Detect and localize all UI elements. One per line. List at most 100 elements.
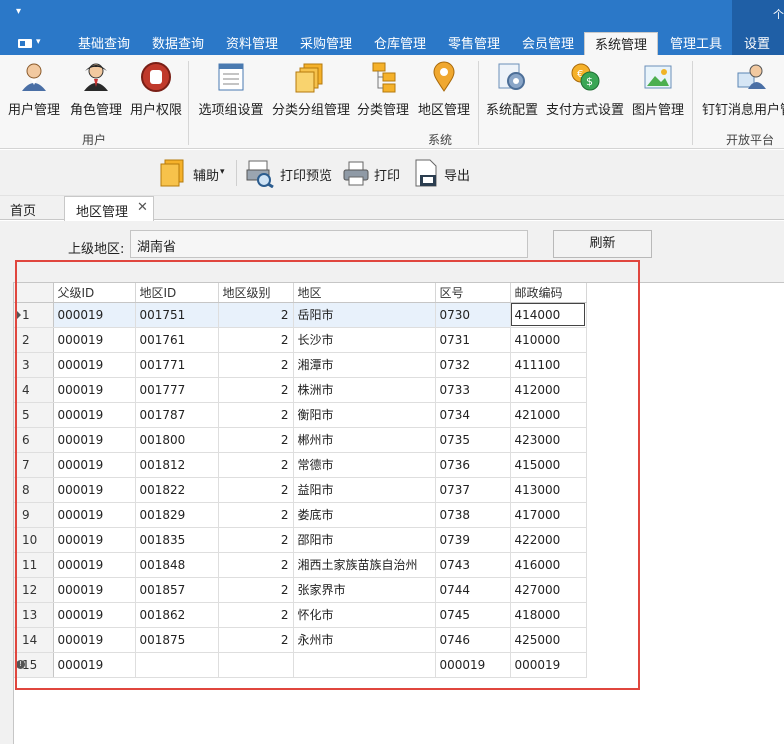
- table-row[interactable]: 7 000019 001812 2 常德市 0736 415000: [14, 452, 587, 478]
- tab-warehouse[interactable]: 仓库管理: [374, 32, 426, 55]
- postal-code-cell[interactable]: 421000: [510, 402, 587, 428]
- column-header-area-code[interactable]: 区号: [435, 283, 511, 303]
- quick-access-menu[interactable]: ▾: [16, 6, 21, 17]
- dingtalk-message-user-button[interactable]: 钉钉消息用户管: [702, 59, 784, 125]
- postal-code-cell[interactable]: 415000: [510, 452, 587, 478]
- region-name-cell[interactable]: 长沙市: [293, 327, 436, 353]
- table-row[interactable]: 9 000019 001829 2 娄底市 0738 417000: [14, 502, 587, 528]
- region-id-cell[interactable]: 001875: [135, 627, 219, 653]
- table-row[interactable]: 13 000019 001862 2 怀化市 0745 418000: [14, 602, 587, 628]
- region-level-cell[interactable]: 2: [218, 402, 294, 428]
- region-level-cell[interactable]: 2: [218, 527, 294, 553]
- tab-basic-query[interactable]: 基础查询: [78, 32, 130, 55]
- region-id-cell[interactable]: 001822: [135, 477, 219, 503]
- column-header-parent-id[interactable]: 父级ID: [53, 283, 136, 303]
- area-code-cell[interactable]: 0737: [435, 477, 511, 503]
- table-row[interactable]: 6 000019 001800 2 郴州市 0735 423000: [14, 427, 587, 453]
- table-row[interactable]: 2 000019 001761 2 长沙市 0731 410000: [14, 327, 587, 353]
- assist-dropdown-button[interactable]: 辅助 ▾: [158, 158, 230, 188]
- region-name-cell[interactable]: 株洲市: [293, 377, 436, 403]
- postal-code-cell[interactable]: 418000: [510, 602, 587, 628]
- role-management-button[interactable]: 角色管理: [68, 59, 124, 125]
- parent-id-cell[interactable]: 000019: [53, 627, 136, 653]
- tab-member[interactable]: 会员管理: [522, 32, 574, 55]
- region-level-cell[interactable]: 2: [218, 552, 294, 578]
- table-row[interactable]: ! 15 000019 000019 000019: [14, 652, 587, 678]
- table-row[interactable]: 5 000019 001787 2 衡阳市 0734 421000: [14, 402, 587, 428]
- region-name-cell[interactable]: [293, 652, 436, 678]
- table-row[interactable]: 4 000019 001777 2 株洲市 0733 412000: [14, 377, 587, 403]
- region-level-cell[interactable]: 2: [218, 452, 294, 478]
- postal-code-cell[interactable]: 413000: [510, 477, 587, 503]
- table-row[interactable]: 11 000019 001848 2 湘西土家族苗族自治州 0743 416000: [14, 552, 587, 578]
- region-name-cell[interactable]: 湘西土家族苗族自治州: [293, 552, 436, 578]
- region-name-cell[interactable]: 怀化市: [293, 602, 436, 628]
- region-id-cell[interactable]: 001812: [135, 452, 219, 478]
- region-id-cell[interactable]: 001829: [135, 502, 219, 528]
- postal-code-cell[interactable]: 417000: [510, 502, 587, 528]
- parent-id-cell[interactable]: 000019: [53, 452, 136, 478]
- column-header-region-id[interactable]: 地区ID: [135, 283, 219, 303]
- area-code-cell[interactable]: 0745: [435, 602, 511, 628]
- region-id-cell[interactable]: 001751: [135, 302, 219, 328]
- parent-id-cell[interactable]: 000019: [53, 602, 136, 628]
- parent-id-cell[interactable]: 000019: [53, 502, 136, 528]
- user-management-button[interactable]: 用户管理: [6, 59, 62, 125]
- postal-code-cell[interactable]: 000019: [510, 652, 587, 678]
- parent-id-cell[interactable]: 000019: [53, 477, 136, 503]
- region-id-cell[interactable]: 001848: [135, 552, 219, 578]
- region-id-cell[interactable]: 001761: [135, 327, 219, 353]
- column-header-region-level[interactable]: 地区级别: [218, 283, 294, 303]
- file-menu-button[interactable]: ▾: [14, 37, 44, 51]
- region-name-cell[interactable]: 张家界市: [293, 577, 436, 603]
- tab-data-management[interactable]: 资料管理: [226, 32, 278, 55]
- parent-id-cell[interactable]: 000019: [53, 377, 136, 403]
- tab-data-query[interactable]: 数据查询: [152, 32, 204, 55]
- doc-tab-region-management[interactable]: 地区管理 ✕: [64, 196, 154, 221]
- postal-code-cell[interactable]: 427000: [510, 577, 587, 603]
- table-row[interactable]: 10 000019 001835 2 邵阳市 0739 422000: [14, 527, 587, 553]
- postal-code-cell[interactable]: 411100: [510, 352, 587, 378]
- export-button[interactable]: 导出: [412, 158, 470, 188]
- region-level-cell[interactable]: 2: [218, 577, 294, 603]
- tab-tools[interactable]: 管理工具: [670, 32, 722, 55]
- postal-code-cell[interactable]: 425000: [510, 627, 587, 653]
- region-level-cell[interactable]: 2: [218, 627, 294, 653]
- area-code-cell[interactable]: 000019: [435, 652, 511, 678]
- print-button[interactable]: 打印: [342, 158, 400, 188]
- category-group-management-button[interactable]: 分类分组管理: [272, 59, 350, 125]
- region-level-cell[interactable]: 2: [218, 302, 294, 328]
- parent-region-field[interactable]: 湖南省: [130, 230, 528, 258]
- print-preview-button[interactable]: 打印预览: [246, 158, 332, 189]
- table-row[interactable]: 8 000019 001822 2 益阳市 0737 413000: [14, 477, 587, 503]
- parent-id-cell[interactable]: 000019: [53, 552, 136, 578]
- image-management-button[interactable]: 图片管理: [630, 59, 686, 125]
- region-id-cell[interactable]: [135, 652, 219, 678]
- region-id-cell[interactable]: 001835: [135, 527, 219, 553]
- payment-method-settings-button[interactable]: € $ 支付方式设置: [546, 59, 624, 125]
- postal-code-cell[interactable]: 416000: [510, 552, 587, 578]
- tab-system[interactable]: 系统管理: [584, 32, 658, 55]
- area-code-cell[interactable]: 0743: [435, 552, 511, 578]
- region-name-cell[interactable]: 永州市: [293, 627, 436, 653]
- region-name-cell[interactable]: 湘潭市: [293, 352, 436, 378]
- area-code-cell[interactable]: 0733: [435, 377, 511, 403]
- region-management-button[interactable]: 地区管理: [418, 59, 470, 125]
- tab-retail[interactable]: 零售管理: [448, 32, 500, 55]
- region-name-cell[interactable]: 益阳市: [293, 477, 436, 503]
- doc-tab-home[interactable]: 首页: [10, 200, 36, 219]
- close-icon[interactable]: ✕: [137, 200, 148, 215]
- postal-code-cell[interactable]: 422000: [510, 527, 587, 553]
- table-row[interactable]: 3 000019 001771 2 湘潭市 0732 411100: [14, 352, 587, 378]
- region-name-cell[interactable]: 郴州市: [293, 427, 436, 453]
- area-code-cell[interactable]: 0736: [435, 452, 511, 478]
- column-header-postal-code[interactable]: 邮政编码: [510, 283, 587, 303]
- region-id-cell[interactable]: 001771: [135, 352, 219, 378]
- region-name-cell[interactable]: 常德市: [293, 452, 436, 478]
- area-code-cell[interactable]: 0738: [435, 502, 511, 528]
- parent-id-cell[interactable]: 000019: [53, 352, 136, 378]
- user-permission-button[interactable]: 用户权限: [130, 59, 182, 125]
- parent-id-cell[interactable]: 000019: [53, 527, 136, 553]
- region-name-cell[interactable]: 岳阳市: [293, 302, 436, 328]
- region-level-cell[interactable]: 2: [218, 502, 294, 528]
